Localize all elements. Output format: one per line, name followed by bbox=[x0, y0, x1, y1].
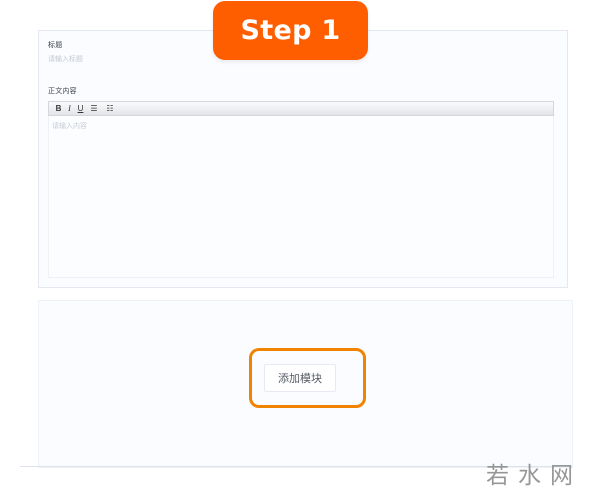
content-label: 正文内容 bbox=[48, 88, 77, 95]
highlight-ring bbox=[249, 348, 366, 408]
bullet-list-button[interactable]: ☰ bbox=[86, 103, 102, 114]
title-label: 标题 bbox=[48, 42, 63, 49]
step-badge: Step 1 bbox=[213, 1, 368, 60]
ordered-list-button[interactable]: ☷ bbox=[102, 103, 118, 114]
content-editor[interactable] bbox=[48, 116, 554, 278]
content-placeholder: 请输入内容 bbox=[52, 123, 87, 130]
watermark-logo: 若水网 bbox=[486, 463, 582, 489]
italic-button[interactable]: I bbox=[64, 103, 75, 114]
bold-button[interactable]: B bbox=[53, 103, 64, 114]
rich-text-toolbar: B I U ☰ ☷ bbox=[48, 101, 554, 116]
underline-button[interactable]: U bbox=[75, 103, 86, 114]
